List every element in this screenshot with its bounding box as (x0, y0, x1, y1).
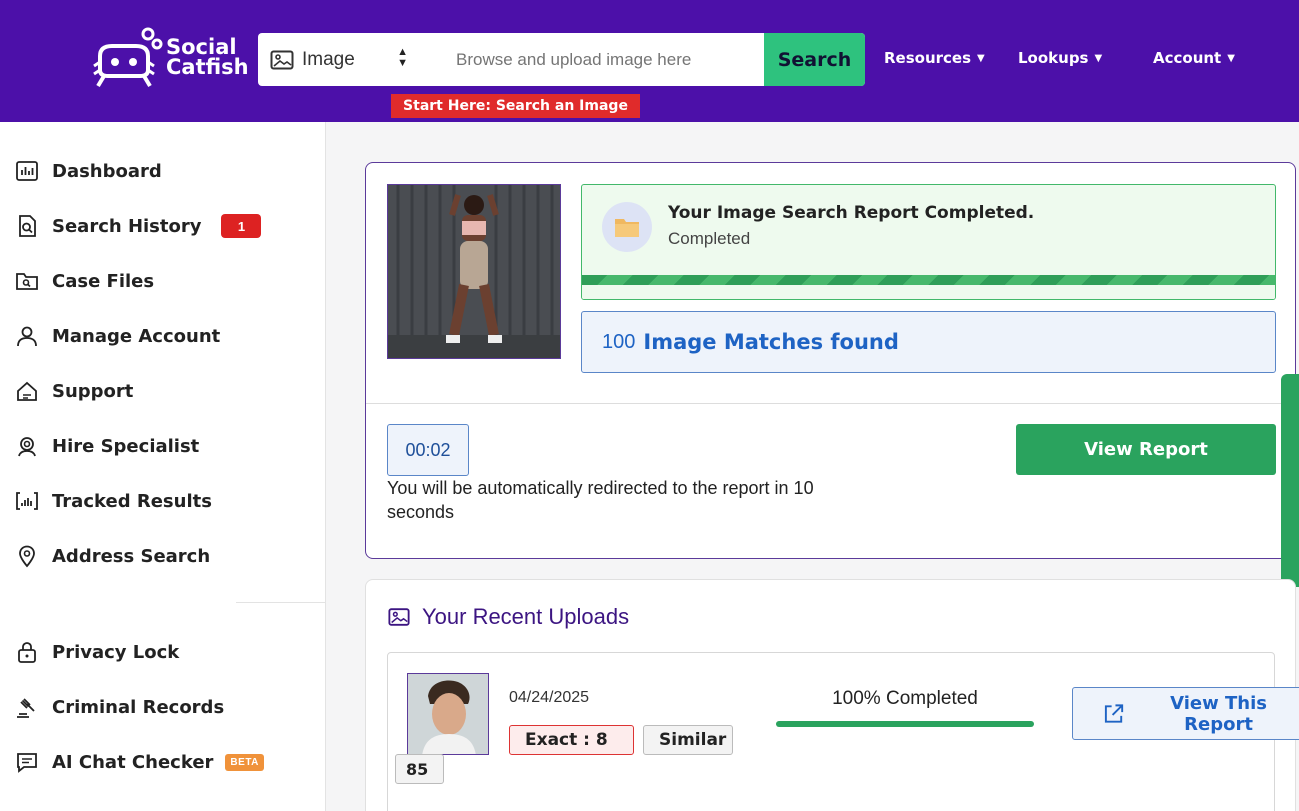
start-here-tooltip: Start Here: Search an Image (391, 94, 640, 118)
sidebar-item-label: Criminal Records (52, 696, 225, 718)
sidebar-item-label: Address Search (52, 545, 211, 567)
chat-icon (14, 749, 40, 775)
nav-account[interactable]: Account ▼ (1153, 49, 1235, 67)
nav-account-label: Account (1153, 49, 1222, 67)
tracked-icon (14, 488, 40, 514)
beta-badge: BETA (225, 753, 264, 771)
nav-lookups-label: Lookups (1018, 49, 1089, 67)
logo-text-line2: Catfish (166, 55, 249, 79)
status-subtitle: Completed (668, 229, 751, 248)
upload-date: 04/24/2025 (509, 689, 590, 706)
sidebar: Dashboard Search History 1 Case Files Ma… (0, 122, 326, 811)
feedback-side-tab[interactable] (1281, 374, 1299, 587)
search-bar: Image ▲▼ Search (258, 33, 865, 86)
sidebar-item-manage-account[interactable]: Manage Account (14, 321, 220, 351)
caret-down-icon: ▼ (977, 52, 985, 64)
sidebar-item-ai-chat-checker[interactable]: AI Chat Checker BETA (14, 747, 264, 777)
logo-text-line1: Social (166, 35, 237, 59)
sidebar-item-tracked-results[interactable]: Tracked Results (14, 486, 212, 516)
upload-thumbnail[interactable] (407, 673, 489, 755)
completion-label: 100% Completed (832, 688, 978, 709)
sidebar-item-address-search[interactable]: Address Search (14, 541, 210, 571)
specialist-icon (14, 433, 40, 459)
sidebar-item-label: Case Files (52, 270, 155, 292)
gavel-icon (14, 694, 40, 720)
image-icon (270, 50, 294, 69)
sidebar-item-dashboard[interactable]: Dashboard (14, 156, 162, 186)
image-upload-input[interactable] (428, 33, 764, 86)
sidebar-item-label: Manage Account (52, 325, 221, 347)
search-type-label: Image (302, 48, 355, 70)
select-updown-icon: ▲ ▼ (397, 46, 408, 69)
redirect-timer: 00:02 (387, 424, 469, 476)
catfish-logo-icon (93, 27, 163, 88)
sidebar-item-support[interactable]: Support (14, 376, 133, 406)
user-icon (14, 323, 40, 349)
social-catfish-logo[interactable]: Social Catfish (90, 26, 250, 88)
folder-search-icon (14, 268, 40, 294)
lock-icon (14, 639, 40, 665)
support-icon (14, 378, 40, 404)
nav-lookups[interactable]: Lookups ▼ (1018, 49, 1102, 67)
sidebar-item-label: Dashboard (52, 160, 162, 182)
caret-down-icon: ▼ (1227, 52, 1235, 64)
search-history-count-badge: 1 (221, 214, 262, 238)
sidebar-item-search-history[interactable]: Search History 1 (14, 211, 262, 241)
upload-row: 04/24/2025 Exact : 8 Similar : 85 100% C… (387, 652, 1299, 811)
sidebar-item-hire-specialist[interactable]: Hire Specialist (14, 431, 199, 461)
matches-count: 100 (602, 330, 636, 353)
report-status-box: Your Image Search Report Completed. Comp… (581, 184, 1276, 300)
card-divider (366, 403, 1295, 404)
status-title: Your Image Search Report Completed. (668, 203, 1035, 223)
view-this-report-button[interactable]: View This Report (1072, 687, 1299, 740)
sidebar-item-case-files[interactable]: Case Files (14, 266, 154, 296)
history-icon (14, 213, 40, 239)
similar-matches-count: 85 (395, 754, 444, 784)
top-header: Social Catfish Image ▲▼ Search Start Her… (0, 0, 1299, 122)
sidebar-item-label: Hire Specialist (52, 435, 200, 457)
image-matches-box: 100 Image Matches found (581, 311, 1276, 373)
external-link-icon (1104, 703, 1124, 723)
caret-down-icon: ▼ (1094, 52, 1103, 64)
search-button[interactable]: Search (764, 33, 865, 86)
view-report-button[interactable]: View Report (1016, 424, 1276, 475)
recent-uploads-card: Your Recent Uploads 04/24/2025 Exact : 8… (365, 579, 1299, 811)
search-report-card: Your Image Search Report Completed. Comp… (365, 162, 1296, 559)
search-type-select[interactable]: Image ▲ ▼ (258, 33, 428, 86)
uploaded-image-preview (387, 184, 561, 359)
sidebar-item-label: Support (52, 380, 134, 402)
location-pin-icon (14, 543, 40, 569)
view-this-report-label: View This Report (1170, 692, 1267, 735)
person-photo-icon (388, 185, 560, 358)
chart-icon (14, 158, 40, 184)
sidebar-item-label: Tracked Results (52, 490, 212, 512)
redirect-message: You will be automatically redirected to … (387, 478, 814, 522)
matches-label: Image Matches found (643, 330, 899, 354)
nav-resources-label: Resources (884, 49, 972, 67)
folder-icon (602, 202, 652, 252)
report-progress-bar (582, 275, 1275, 299)
recent-uploads-title: Your Recent Uploads (422, 604, 630, 629)
nav-resources[interactable]: Resources ▼ (884, 49, 985, 67)
sidebar-item-label: AI Chat Checker (52, 751, 214, 773)
sidebar-item-privacy-lock[interactable]: Privacy Lock (14, 637, 179, 667)
sidebar-item-criminal-records[interactable]: Criminal Records (14, 692, 224, 722)
face-photo-icon (408, 674, 488, 754)
sidebar-item-label: Privacy Lock (52, 641, 180, 663)
image-icon (388, 608, 410, 626)
sidebar-divider (236, 602, 326, 603)
sidebar-item-label: Search History (52, 215, 202, 237)
similar-matches-badge: Similar : (643, 725, 733, 755)
report-progress-fill (582, 275, 1275, 285)
exact-matches-badge: Exact : 8 (509, 725, 634, 755)
completion-progress-fill (776, 721, 1034, 727)
completion-progress-bar (776, 721, 1034, 727)
recent-uploads-heading: Your Recent Uploads (388, 604, 629, 630)
